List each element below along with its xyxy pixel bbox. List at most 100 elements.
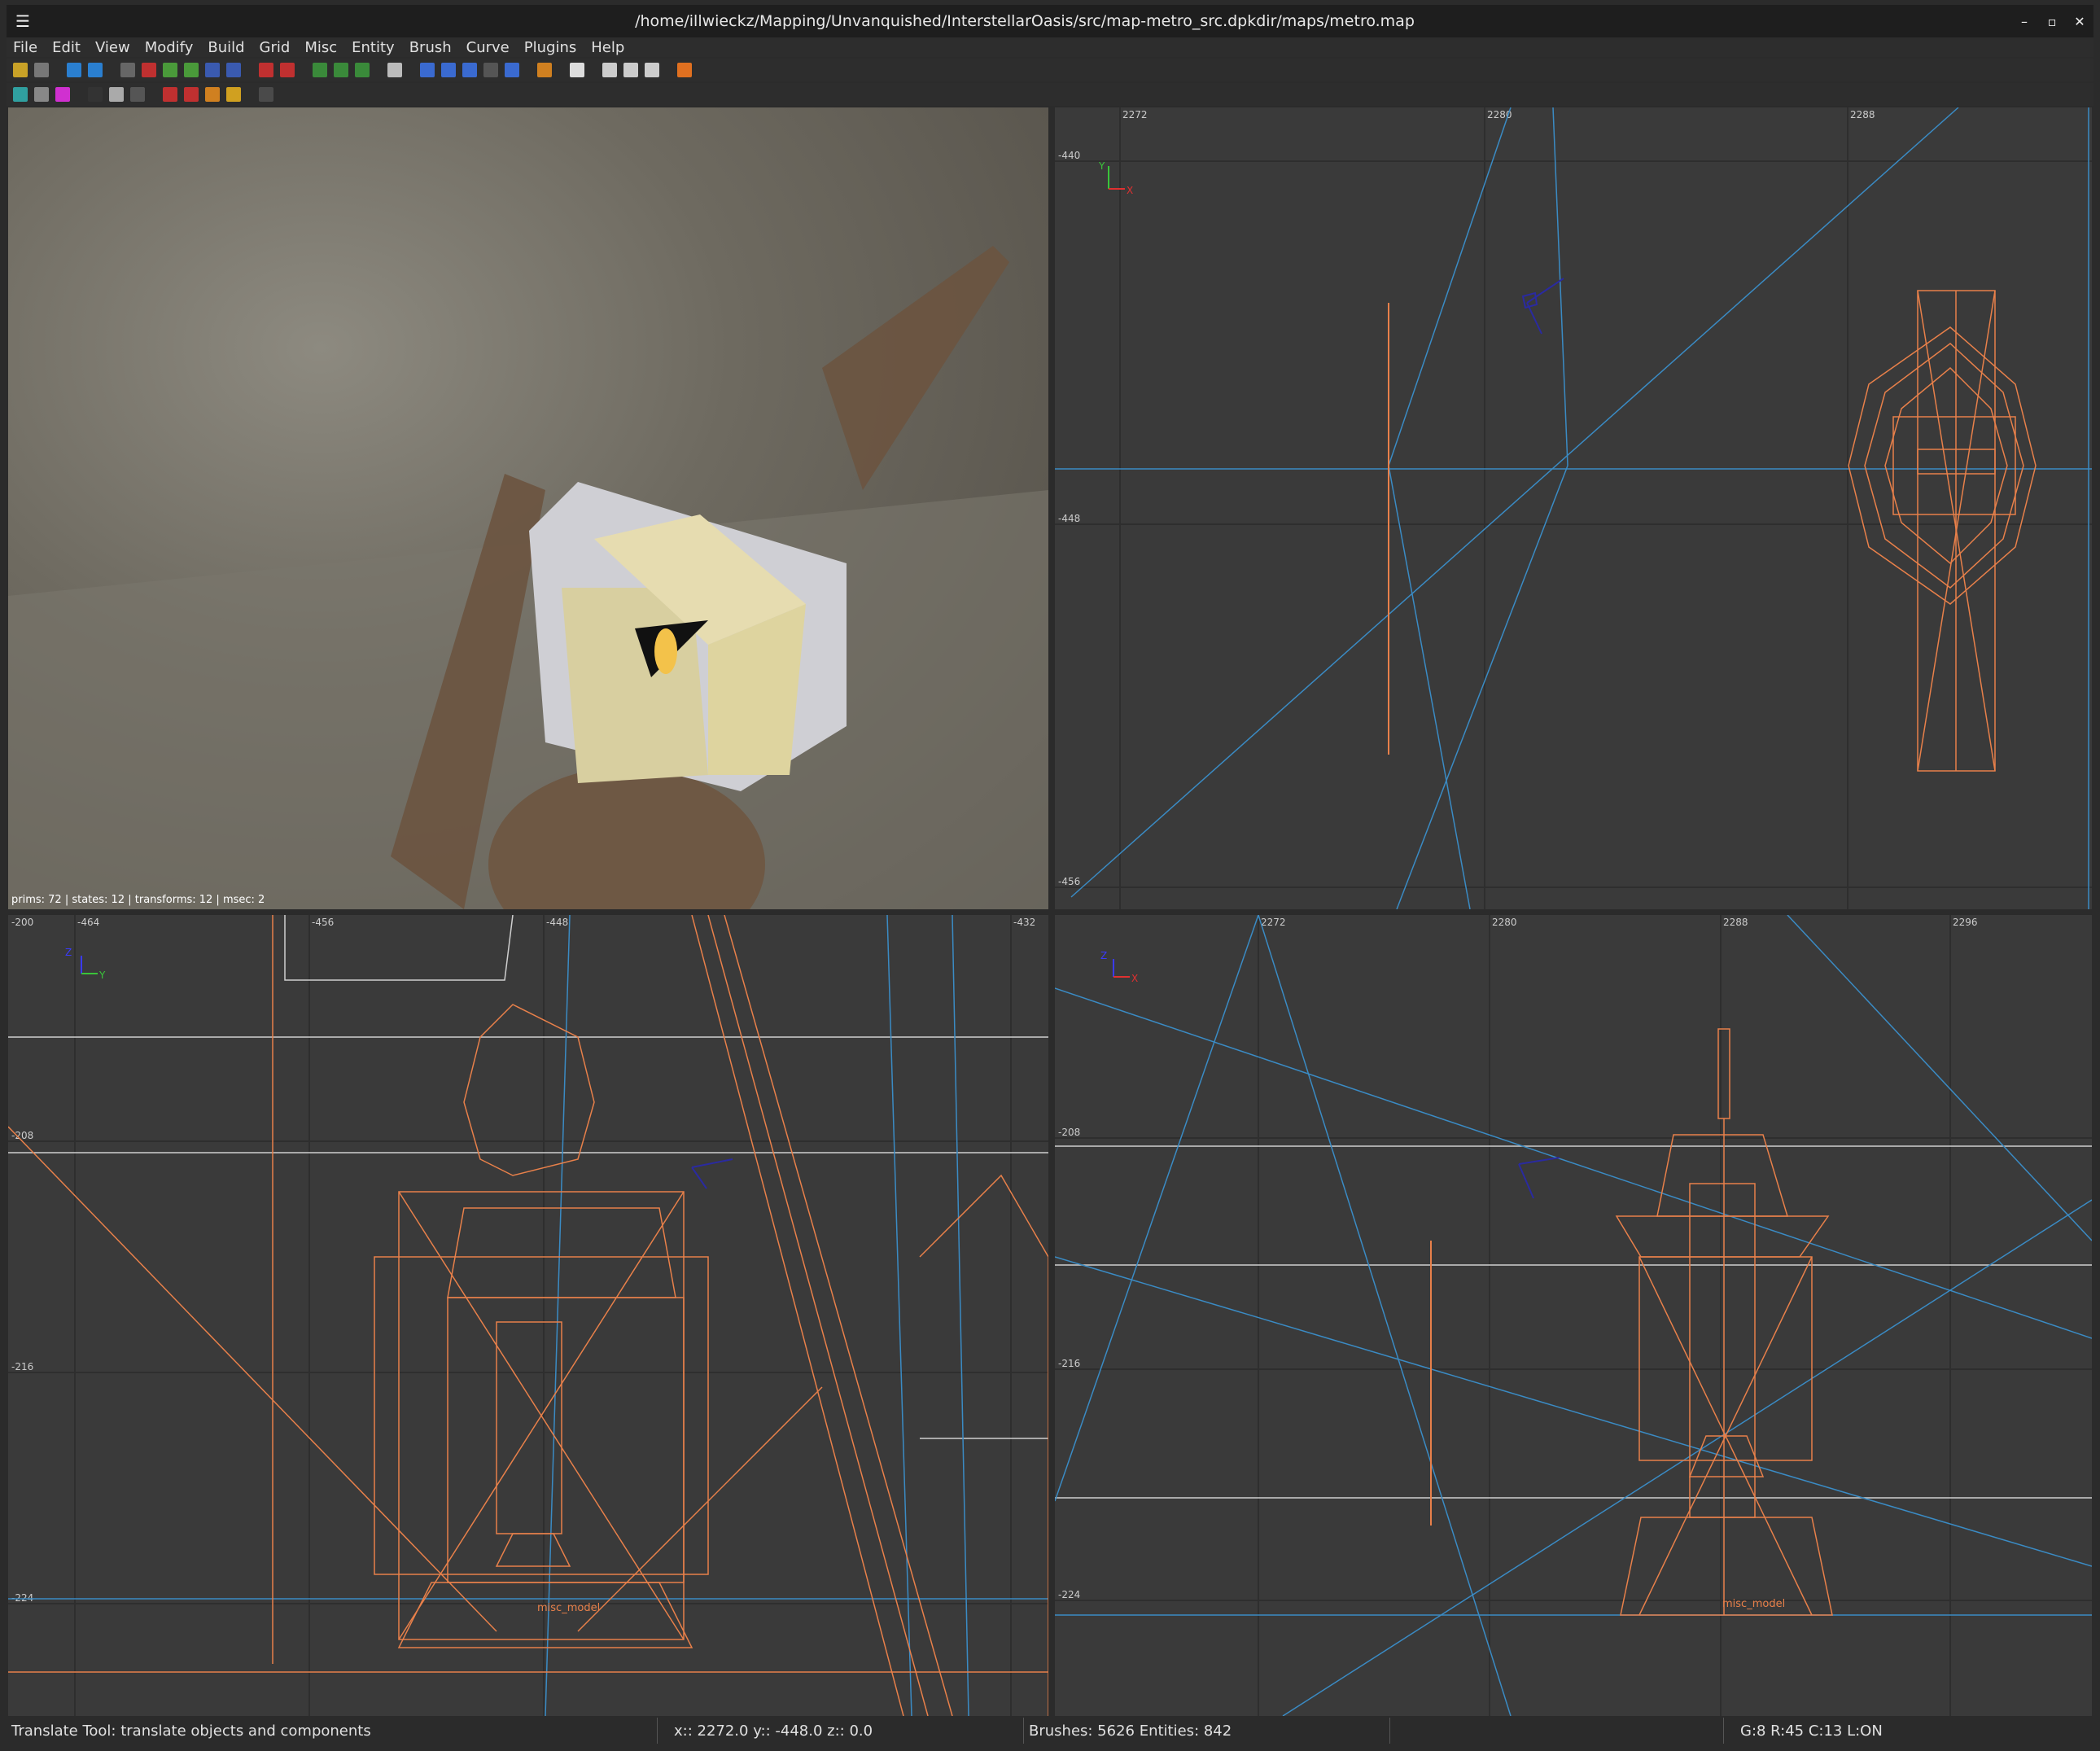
save-icon[interactable] [34,63,49,77]
axis-label-z: Z [1100,950,1107,961]
maximize-button[interactable]: ▫ [2038,14,2066,29]
shader-icon[interactable] [55,87,70,102]
side-axis-gizmo: Z X [1100,950,1138,984]
y-tick-label: -448 [1058,513,1080,524]
side-view-canvas: 2272 2280 2288 2296-208-216-224 misc_mod… [1055,915,2092,1716]
csg-merge-icon[interactable] [334,63,348,77]
patch-icon[interactable] [13,87,28,102]
side-ortho-view[interactable]: 2272 2280 2288 2296 -208 -216 -224 misc_… [1055,915,2092,1716]
clipper-icon[interactable] [387,63,402,77]
right-wing [822,246,1009,490]
prefab-icon[interactable] [130,87,145,102]
blue-edges [8,915,1048,1716]
front-axis-gizmo: Z Y [65,947,106,981]
axis-label-y: Y [98,970,106,981]
blue-edge [1396,465,1568,909]
camera-stats: prims: 72 | states: 12 | transforms: 12 … [11,894,265,906]
flip-y-icon[interactable] [142,63,156,77]
rotate-x-icon[interactable] [184,63,199,77]
x-tick-label: 2296 [1953,917,1978,928]
x-tick-label: -432 [1013,917,1035,928]
entity-label: misc_model [1722,1598,1785,1610]
top-ortho-view[interactable]: 2272 2280 2288 -440 -448 -456 Y X [1055,107,2092,909]
texture-browser-icon[interactable] [570,63,584,77]
window-menu-icon[interactable]: ☰ [7,11,39,31]
white-edges [8,915,1048,1439]
matrix-icon[interactable] [226,87,241,102]
x-tick-label: 2288 [1723,917,1748,928]
rotate-icon[interactable] [441,63,456,77]
minimize-button[interactable]: – [2010,14,2038,29]
camera-view[interactable]: prims: 72 | states: 12 | transforms: 12 … [8,107,1048,909]
x-tick-label: 2272 [1261,917,1286,928]
texture-lock-icon[interactable] [505,63,519,77]
endcap-icon[interactable] [184,87,199,102]
camera-icon[interactable] [109,87,124,102]
layout-icon[interactable] [623,63,638,77]
menu-curve[interactable]: Curve [466,39,510,56]
flip-z-icon[interactable] [163,63,177,77]
rotate-y-icon[interactable] [205,63,220,77]
menu-modify[interactable]: Modify [145,39,194,56]
white-edges [1055,1145,2092,1499]
menu-build[interactable]: Build [208,39,244,56]
x-tick-label: 2272 [1122,109,1148,120]
translate-icon[interactable] [420,63,435,77]
menu-help[interactable]: Help [591,39,624,56]
filter-icon[interactable] [602,63,617,77]
close-button[interactable]: ✕ [2066,14,2093,29]
status-grid: G:8 R:45 C:13 L:ON [1740,1722,1883,1740]
cap-icon[interactable] [205,87,220,102]
menu-edit[interactable]: Edit [52,39,81,56]
y-tick-label: -216 [11,1361,33,1372]
menu-grid[interactable]: Grid [260,39,291,56]
blue-edge [1388,465,1471,909]
x-tick-label: 2288 [1850,109,1875,120]
y-tick-label: -440 [1058,150,1080,161]
show-entities-icon[interactable] [537,63,552,77]
rotate-z-icon[interactable] [226,63,241,77]
csg-subtract-icon[interactable] [313,63,327,77]
cone-icon[interactable] [34,87,49,102]
tools-icon[interactable] [88,87,103,102]
menu-file[interactable]: File [13,39,37,56]
menubar: File Edit View Modify Build Grid Misc En… [7,37,2093,57]
undo-icon[interactable] [67,63,81,77]
y-tick-label: -216 [1058,1358,1080,1369]
front-view-canvas: -464 -456 -448 -432-208-216-224-200 misc… [8,915,1048,1716]
menu-brush[interactable]: Brush [409,39,452,56]
redo-icon[interactable] [88,63,103,77]
entity-label: misc_model [537,1602,600,1614]
y-tick-label: -208 [1058,1127,1080,1138]
light-entity-icon [1521,278,1564,335]
patch-tool-icon[interactable] [259,87,273,102]
bevel-icon[interactable] [163,87,177,102]
y-tick-label: -208 [11,1130,33,1141]
x-tick-label: -456 [312,917,334,928]
menu-plugins[interactable]: Plugins [524,39,576,56]
open-icon[interactable] [13,63,28,77]
axis-label-x: X [1127,185,1133,196]
top-axis-gizmo: Y X [1098,160,1133,196]
select-inside-icon[interactable] [280,63,295,77]
refresh-icon[interactable] [677,63,692,77]
status-counts: Brushes: 5626 Entities: 842 [1024,1718,1390,1744]
resize-icon[interactable] [483,63,498,77]
grid-lines: 2272 2280 2288 2296 -208 -216 -224 [1055,915,2092,1716]
menu-misc[interactable]: Misc [304,39,337,56]
camera-scene [8,246,1048,909]
y-tick-label: -456 [1058,876,1080,887]
window-titlebar: ☰ /home/illwieckz/Mapping/Unvanquished/I… [7,5,2093,37]
front-ortho-view[interactable]: -464 -456 -448 -432 -208 -216 -224 -200 [8,915,1048,1716]
axis-label-x: X [1131,973,1138,984]
csg-hollow-icon[interactable] [355,63,370,77]
flip-x-icon[interactable] [120,63,135,77]
lantern-wireframe-side [1615,1028,1833,1616]
scale-icon[interactable] [462,63,477,77]
grid-icon[interactable] [645,63,659,77]
menu-view[interactable]: View [95,39,130,56]
menu-entity[interactable]: Entity [352,39,395,56]
lantern-wireframe-top [1848,290,2037,772]
select-touching-icon[interactable] [259,63,273,77]
x-tick-label: -200 [11,917,33,928]
